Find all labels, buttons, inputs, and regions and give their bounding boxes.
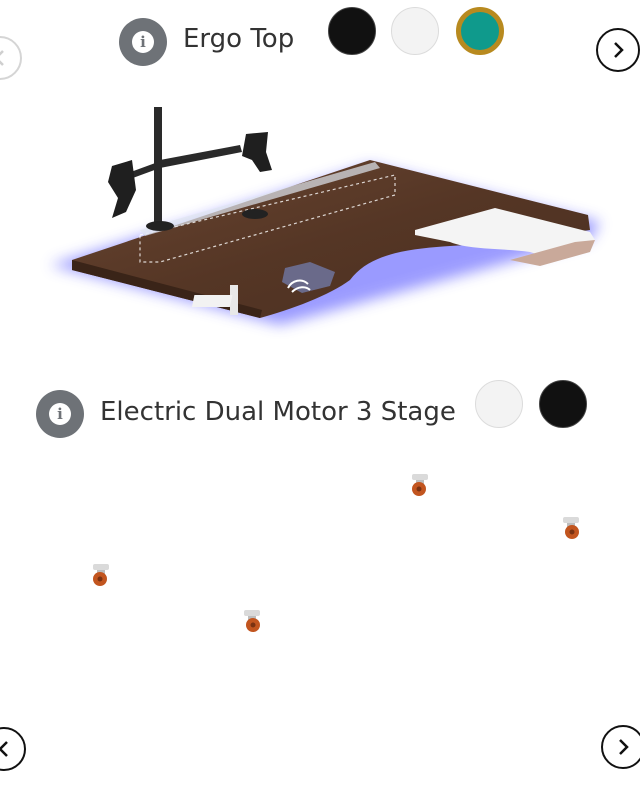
chevron-right-icon (614, 42, 624, 58)
next-bottom-button[interactable] (601, 725, 640, 769)
next-top-button[interactable] (596, 28, 640, 72)
info-glyph: i (132, 31, 154, 53)
chevron-right-icon (619, 739, 629, 755)
frame-swatch-black[interactable] (539, 380, 587, 428)
caster-wheel-image (412, 474, 428, 496)
top-swatch-white[interactable] (391, 7, 439, 55)
info-icon[interactable]: i (119, 18, 167, 66)
top-option-title: Ergo Top (183, 24, 295, 54)
info-icon[interactable]: i (36, 390, 84, 438)
caster-wheel-image (93, 564, 109, 586)
frame-swatch-white[interactable] (475, 380, 523, 428)
chevron-left-icon (0, 50, 4, 66)
chevron-left-icon (0, 741, 8, 757)
caster-wheel-image (563, 517, 579, 539)
info-glyph: i (49, 403, 71, 425)
frame-option-title: Electric Dual Motor 3 Stage (100, 397, 456, 427)
previous-bottom-button[interactable] (0, 727, 26, 771)
desk-preview-image (30, 90, 620, 350)
top-swatch-black[interactable] (328, 7, 376, 55)
caster-wheel-image (244, 610, 260, 632)
top-swatch-teal-selected[interactable] (456, 7, 504, 55)
previous-top-button[interactable] (0, 36, 22, 80)
